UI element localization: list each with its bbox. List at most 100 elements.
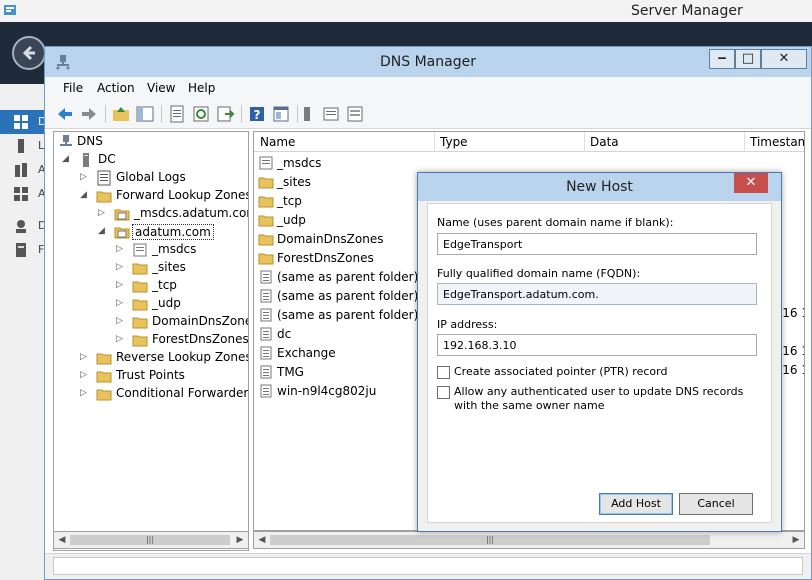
folder-icon [258, 193, 274, 209]
close-button[interactable]: ✕ [761, 49, 807, 69]
expand-icon[interactable]: ▷ [98, 209, 107, 218]
records-list-icon[interactable] [321, 104, 341, 124]
name-field[interactable] [437, 233, 757, 255]
status-cell [53, 557, 803, 575]
sidebar-item-dns[interactable]: D [0, 214, 46, 238]
tree-node-label: ForestDnsZones [152, 332, 249, 346]
sidebar-item-ad[interactable]: A [0, 182, 46, 206]
list-item-name: TMG [277, 365, 304, 379]
list-item-name: _sites [277, 175, 311, 189]
sidebar-item-local-server[interactable]: L [0, 134, 44, 158]
server-manager-title: Server Manager [631, 3, 743, 19]
folder-icon [258, 174, 274, 190]
sidebar-item-all-servers[interactable]: A [0, 158, 46, 182]
scrollbar-thumb[interactable]: ||| [70, 535, 230, 545]
collapse-icon[interactable]: ◢ [98, 227, 107, 236]
scroll-left-icon[interactable]: ◀ [256, 534, 268, 546]
toolbar: ? [45, 99, 811, 129]
list-item-name: Exchange [277, 346, 336, 360]
mmc-console-icon[interactable] [271, 104, 291, 124]
expand-icon[interactable]: ▷ [116, 317, 125, 326]
column-header-type[interactable]: Type [440, 135, 468, 149]
zone-list-icon[interactable] [345, 104, 365, 124]
dialog-body: Name (uses parent domain name if blank):… [427, 203, 772, 523]
menu-file[interactable]: File [63, 81, 83, 95]
expand-icon[interactable]: ▷ [80, 173, 89, 182]
export-list-icon[interactable] [215, 104, 235, 124]
scrollbar-thumb[interactable]: ||| [270, 535, 710, 545]
folder-icon [258, 212, 274, 228]
folder-icon [132, 332, 148, 348]
expand-icon[interactable]: ▷ [116, 281, 125, 290]
column-separator[interactable] [434, 132, 435, 152]
list-horizontal-scrollbar[interactable]: ◀ ||| ▶ [253, 531, 805, 549]
allow-update-option[interactable]: Allow any authenticated user to update D… [437, 385, 767, 415]
console-tree[interactable]: DNS ◢ DC ▷ Global Logs ◢ Forward Lookup … [53, 131, 249, 551]
record-icon [258, 383, 274, 399]
forward-arrow-icon[interactable] [79, 104, 99, 124]
fqdn-label: Fully qualified domain name (FQDN): [437, 267, 641, 280]
column-separator[interactable] [744, 132, 745, 152]
tree-node-label: Trust Points [116, 368, 185, 382]
record-icon [258, 345, 274, 361]
folder-icon [132, 260, 148, 276]
expand-icon[interactable]: ▷ [116, 263, 125, 272]
close-icon: ✕ [778, 51, 790, 66]
back-button[interactable] [12, 36, 46, 70]
expand-icon[interactable]: ▷ [116, 245, 125, 254]
collapse-icon[interactable]: ◢ [62, 155, 71, 164]
column-header-data[interactable]: Data [590, 135, 619, 149]
expand-icon[interactable]: ▷ [80, 389, 89, 398]
zone-icon [114, 206, 130, 222]
minimize-button[interactable]: ‒ [709, 49, 735, 69]
folder-icon [96, 350, 112, 366]
expand-icon[interactable]: ▷ [80, 371, 89, 380]
folder-icon [132, 296, 148, 312]
properties-icon[interactable] [167, 104, 187, 124]
ptr-record-checkbox[interactable] [437, 366, 450, 379]
expand-icon[interactable]: ▷ [80, 353, 89, 362]
menu-help[interactable]: Help [188, 81, 215, 95]
expand-icon[interactable]: ▷ [116, 335, 125, 344]
back-arrow-icon[interactable] [55, 104, 75, 124]
ptr-record-option[interactable]: Create associated pointer (PTR) record [437, 365, 767, 381]
list-item-name: _udp [277, 213, 306, 227]
tree-node-label: Reverse Lookup Zones [116, 350, 249, 364]
up-folder-icon[interactable] [111, 104, 131, 124]
column-separator[interactable] [584, 132, 585, 152]
tree-horizontal-scrollbar[interactable]: ◀ ||| ▶ [53, 531, 249, 549]
dialog-close-button[interactable]: ✕ [734, 173, 768, 193]
ip-address-label: IP address: [437, 318, 498, 331]
show-hide-tree-icon[interactable] [135, 104, 155, 124]
collapse-icon[interactable]: ◢ [80, 191, 89, 200]
server-manager-icon [3, 3, 17, 17]
column-header-timestamp[interactable]: Timestam [750, 135, 804, 149]
dns-manager-titlebar[interactable]: DNS Manager ‒ □ ✕ [45, 47, 811, 77]
ip-address-field[interactable] [437, 334, 757, 356]
tree-node-label: _udp [152, 296, 181, 310]
dashboard-icon [14, 115, 28, 129]
help-icon[interactable]: ? [247, 104, 267, 124]
column-header-name[interactable]: Name [260, 135, 295, 149]
scroll-right-icon[interactable]: ▶ [234, 534, 246, 546]
status-bar [45, 553, 811, 579]
scroll-right-icon[interactable]: ▶ [790, 534, 802, 546]
server-icon[interactable] [297, 104, 317, 124]
zone-icon [132, 242, 148, 258]
name-label: Name (uses parent domain name if blank): [437, 216, 674, 229]
expand-icon[interactable]: ▷ [116, 299, 125, 308]
dialog-titlebar[interactable]: New Host ✕ [418, 173, 781, 201]
scroll-left-icon[interactable]: ◀ [56, 534, 68, 546]
menu-action[interactable]: Action [97, 81, 135, 95]
refresh-icon[interactable] [191, 104, 211, 124]
list-item-name: (same as parent folder) [277, 289, 419, 303]
add-host-button[interactable]: Add Host [599, 493, 673, 515]
sidebar-item-file-services[interactable]: F [0, 238, 44, 262]
maximize-button[interactable]: □ [735, 49, 761, 69]
menu-view[interactable]: View [147, 81, 175, 95]
sidebar-item-dashboard[interactable]: D [0, 110, 46, 134]
cancel-button[interactable]: Cancel [679, 493, 753, 515]
allow-update-checkbox[interactable] [437, 386, 450, 399]
tree-node-label: Conditional Forwarders [116, 386, 249, 400]
list-item-name: ForestDnsZones [277, 251, 374, 265]
